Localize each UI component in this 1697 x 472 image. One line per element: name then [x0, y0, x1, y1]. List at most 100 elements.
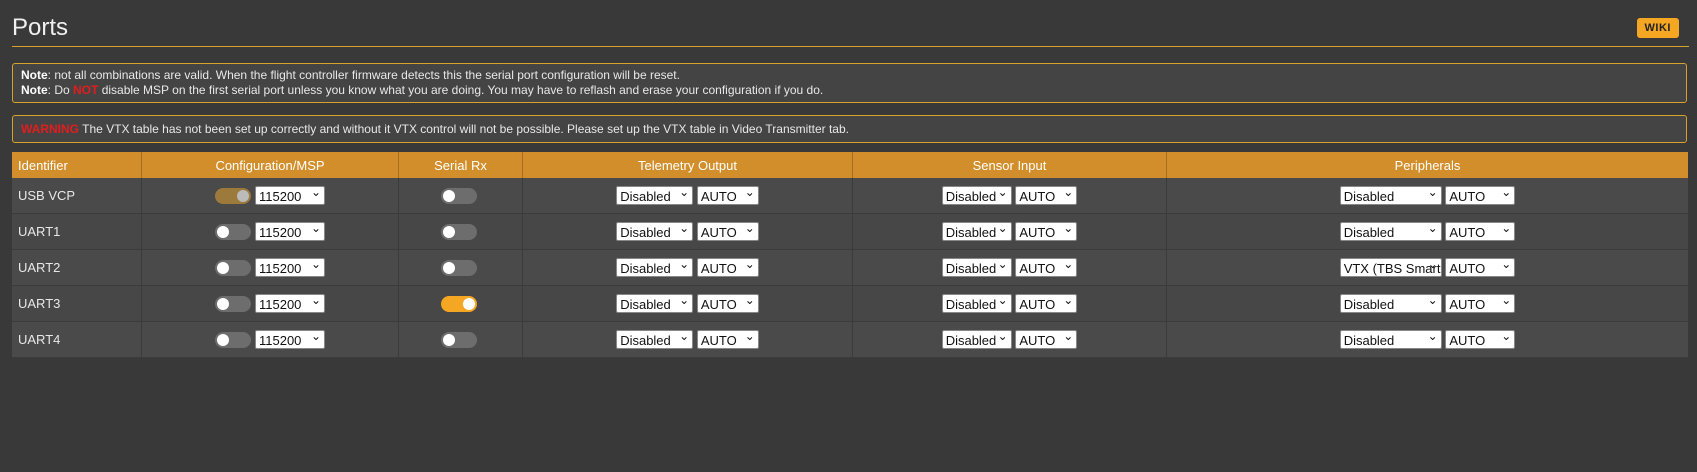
sensor-select[interactable]: Disabled: [941, 222, 1012, 241]
sensor-cell: Disabled AUTO: [852, 178, 1167, 214]
port-identifier: UART3: [12, 285, 142, 322]
serial-rx-cell: [398, 213, 523, 250]
peripheral-select[interactable]: Disabled: [1339, 222, 1442, 241]
telemetry-baud-select[interactable]: AUTO: [696, 222, 759, 241]
sensor-cell: Disabled AUTO: [852, 321, 1167, 358]
ports-page: Ports WIKI Note: not all combinations ar…: [0, 0, 1697, 472]
peripherals-cell: Disabled AUTO: [1166, 178, 1688, 214]
serial-rx-toggle[interactable]: [440, 223, 477, 240]
table-row: UART1115200Disabled AUTODisabled AUTODis…: [12, 213, 1688, 250]
page-title: Ports: [12, 14, 69, 41]
sensor-select[interactable]: Disabled: [941, 330, 1012, 349]
port-identifier: UART4: [12, 321, 142, 358]
serial-rx-toggle[interactable]: [440, 295, 477, 312]
telemetry-select[interactable]: Disabled: [616, 330, 694, 349]
sensor-select[interactable]: Disabled: [941, 186, 1012, 205]
msp-baud-select[interactable]: 115200: [255, 186, 325, 205]
sensor-baud-select[interactable]: AUTO: [1015, 330, 1078, 349]
msp-baud-select[interactable]: 115200: [255, 330, 325, 349]
peripheral-select[interactable]: VTX (TBS Smart: [1339, 258, 1442, 277]
wiki-button[interactable]: WIKI: [1636, 18, 1679, 38]
config-msp-cell: 115200: [141, 321, 399, 358]
telemetry-cell: Disabled AUTO: [522, 213, 853, 250]
telemetry-cell: Disabled AUTO: [522, 178, 853, 214]
config-msp-cell: 115200: [141, 213, 399, 250]
telemetry-baud-select[interactable]: AUTO: [696, 294, 759, 313]
toggle-knob: [217, 225, 229, 238]
warning-label: WARNING: [21, 122, 79, 136]
telemetry-cell: Disabled AUTO: [522, 249, 853, 286]
toggle-knob: [442, 189, 455, 202]
ports-table-body: USB VCP115200Disabled AUTODisabled AUTOD…: [12, 178, 1688, 358]
msp-baud-select[interactable]: 115200: [255, 294, 325, 313]
port-identifier: UART2: [12, 249, 142, 286]
ports-table: Identifier Configuration/MSP Serial Rx T…: [12, 152, 1688, 358]
sensor-select[interactable]: Disabled: [941, 258, 1012, 277]
msp-toggle[interactable]: [215, 187, 251, 204]
peripheral-select[interactable]: Disabled: [1339, 330, 1442, 349]
sensor-cell: Disabled AUTO: [852, 213, 1167, 250]
telemetry-baud-select[interactable]: AUTO: [696, 258, 759, 277]
table-row: UART3115200Disabled AUTODisabled AUTODis…: [12, 285, 1688, 322]
telemetry-select[interactable]: Disabled: [616, 258, 694, 277]
col-configuration-msp: Configuration/MSP: [141, 152, 399, 178]
serial-rx-toggle[interactable]: [440, 331, 477, 348]
telemetry-baud-select[interactable]: AUTO: [696, 330, 759, 349]
telemetry-baud-select[interactable]: AUTO: [696, 186, 759, 205]
sensor-baud-select[interactable]: AUTO: [1015, 294, 1078, 313]
peripheral-baud-select[interactable]: AUTO: [1445, 186, 1516, 205]
toggle-knob: [442, 261, 455, 274]
config-msp-cell: 115200: [141, 249, 399, 286]
sensor-baud-select[interactable]: AUTO: [1015, 258, 1078, 277]
peripheral-baud-select[interactable]: AUTO: [1445, 222, 1516, 241]
serial-rx-cell: [398, 178, 523, 214]
col-telemetry-output: Telemetry Output: [522, 152, 853, 178]
port-identifier: USB VCP: [12, 178, 142, 214]
serial-rx-toggle[interactable]: [440, 259, 477, 276]
peripherals-cell: VTX (TBS Smart AUTO: [1166, 249, 1688, 286]
telemetry-select[interactable]: Disabled: [616, 222, 694, 241]
toggle-knob: [442, 225, 455, 238]
peripheral-baud-select[interactable]: AUTO: [1445, 330, 1516, 349]
note-box: Note: not all combinations are valid. Wh…: [12, 63, 1687, 103]
serial-rx-cell: [398, 321, 523, 358]
port-identifier: UART1: [12, 213, 142, 250]
sensor-cell: Disabled AUTO: [852, 249, 1167, 286]
sensor-baud-select[interactable]: AUTO: [1015, 186, 1078, 205]
msp-baud-select[interactable]: 115200: [255, 258, 325, 277]
toggle-knob: [442, 333, 455, 346]
toggle-knob: [462, 297, 475, 310]
sensor-baud-select[interactable]: AUTO: [1015, 222, 1078, 241]
table-row: USB VCP115200Disabled AUTODisabled AUTOD…: [12, 178, 1688, 214]
peripheral-baud-select[interactable]: AUTO: [1445, 258, 1516, 277]
telemetry-cell: Disabled AUTO: [522, 321, 853, 358]
peripheral-baud-select[interactable]: AUTO: [1445, 294, 1516, 313]
peripheral-select[interactable]: Disabled: [1339, 294, 1442, 313]
msp-baud-select[interactable]: 115200: [255, 222, 325, 241]
warning-text: The VTX table has not been set up correc…: [79, 122, 849, 136]
msp-toggle[interactable]: [215, 331, 251, 348]
telemetry-select[interactable]: Disabled: [616, 186, 694, 205]
col-sensor-input: Sensor Input: [852, 152, 1167, 178]
toggle-knob: [217, 333, 229, 346]
serial-rx-cell: [398, 249, 523, 286]
sensor-select[interactable]: Disabled: [941, 294, 1012, 313]
table-row: UART4115200Disabled AUTODisabled AUTODis…: [12, 321, 1688, 358]
config-msp-cell: 115200: [141, 285, 399, 322]
msp-toggle[interactable]: [215, 223, 251, 240]
note-line-1: Note: not all combinations are valid. Wh…: [21, 68, 680, 82]
table-header-row: Identifier Configuration/MSP Serial Rx T…: [12, 152, 1688, 178]
peripherals-cell: Disabled AUTO: [1166, 285, 1688, 322]
vtx-warning-box: WARNING The VTX table has not been set u…: [12, 115, 1687, 143]
peripherals-cell: Disabled AUTO: [1166, 213, 1688, 250]
msp-toggle[interactable]: [215, 295, 251, 312]
col-serial-rx: Serial Rx: [398, 152, 523, 178]
serial-rx-cell: [398, 285, 523, 322]
telemetry-select[interactable]: Disabled: [616, 294, 694, 313]
note-line-2: Note: Do NOT disable MSP on the first se…: [21, 83, 824, 97]
serial-rx-toggle[interactable]: [440, 187, 477, 204]
msp-toggle[interactable]: [215, 259, 251, 276]
toggle-knob: [217, 261, 229, 274]
peripheral-select[interactable]: Disabled: [1339, 186, 1442, 205]
telemetry-cell: Disabled AUTO: [522, 285, 853, 322]
